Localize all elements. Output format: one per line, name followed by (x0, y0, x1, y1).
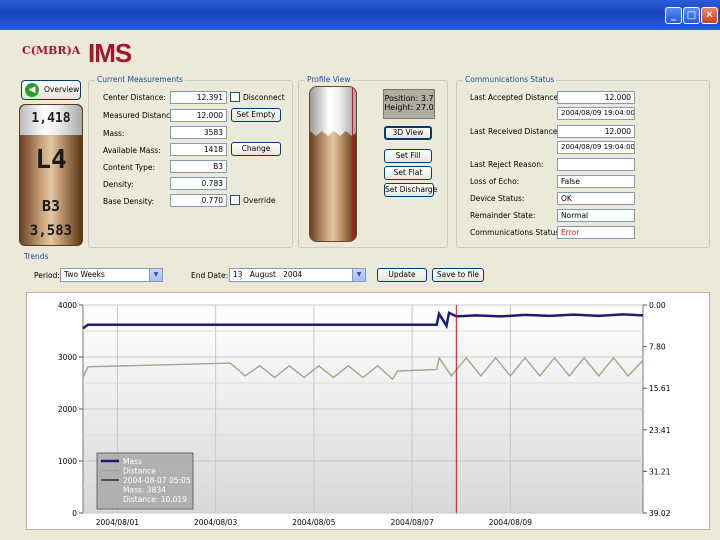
legend-mass-value: Mass: 3834 (123, 486, 166, 495)
y-right-tick-label: 15.61 (649, 384, 671, 393)
x-tick-label: 2004/08/07 (391, 518, 434, 527)
profile-cursor-line (352, 87, 353, 241)
period-select[interactable]: Two Weeks ▼ (60, 268, 163, 282)
content-type-field: B3 (170, 160, 227, 173)
y-right-tick-label: 7.80 (649, 343, 666, 352)
y-left-tick-label: 2000 (58, 405, 77, 414)
last-accepted-label: Last Accepted Distance: (470, 93, 561, 102)
measurement-label-3: Available Mass: (103, 146, 161, 155)
trends-title: Trends (24, 252, 49, 261)
profile-view-title: Profile View (305, 75, 353, 84)
period-label: Period: (34, 271, 60, 280)
x-tick-label: 2004/08/05 (292, 518, 335, 527)
tank-mass: 3,583 (29, 223, 73, 239)
brand-logo: C(MBR)A (22, 44, 81, 57)
density-field: 0.783 (170, 177, 227, 190)
set-discharge-button[interactable]: Set Discharge (384, 183, 437, 197)
tank-overview[interactable]: 1,418 L4 B3 3,583 (19, 104, 83, 246)
last-reject-label: Last Reject Reason: (470, 160, 544, 169)
product-logo: IMS (88, 38, 132, 68)
set-flat-button[interactable]: Set Flat (384, 166, 432, 180)
y-right-tick-label: 23.41 (649, 426, 671, 435)
update-button[interactable]: Update (377, 268, 427, 282)
window-titlebar: _ □ ✕ (0, 0, 720, 30)
last-reject-value (557, 158, 635, 171)
y-right-tick-label: 31.21 (649, 467, 671, 476)
y-left-tick-label: 0 (72, 509, 77, 518)
end-date-label: End Date: (191, 271, 229, 280)
measured-distance-field: 12.000 (170, 109, 227, 122)
overview-button[interactable]: ◀ Overview (21, 80, 81, 100)
base-density-field: 0.770 (170, 194, 227, 207)
available-mass-field: 1418 (170, 143, 227, 156)
communications-status-label: Communications Status: (470, 228, 562, 237)
remainder-state-label: Remainder State: (470, 211, 536, 220)
communications-status-title: Communications Status (463, 75, 557, 84)
override-checkbox[interactable] (230, 195, 240, 205)
legend-time: 2004-08-07 05:05 (123, 476, 191, 485)
x-tick-label: 2004/08/01 (96, 518, 139, 527)
communications-status-value: Error (557, 226, 635, 239)
3d-view-button[interactable]: 3D View (384, 126, 432, 140)
tank-empty-space (310, 87, 356, 136)
measurement-label-0: Center Distance: (103, 93, 166, 102)
device-status-label: Device Status: (470, 194, 525, 203)
loss-of-echo-label: Loss of Echo: (470, 177, 520, 186)
tank-profile-view[interactable] (309, 86, 357, 242)
last-received-value: 12.000 (557, 125, 635, 138)
disconnect-checkbox[interactable] (230, 92, 240, 102)
change-button[interactable]: Change (231, 142, 281, 156)
measurement-label-5: Density: (103, 180, 134, 189)
center-distance-field: 12.391 (170, 91, 227, 104)
y-left-tick-label: 4000 (58, 301, 77, 310)
legend-distance-value: Distance: 10.019 (123, 495, 187, 504)
maximize-button[interactable]: □ (683, 7, 700, 24)
y-right-tick-label: 39.02 (649, 509, 671, 518)
device-status-value: OK (557, 192, 635, 205)
measurement-label-1: Measured Distance: (103, 111, 178, 120)
loss-of-echo-value: False (557, 175, 635, 188)
position-readout: Position: 3.7 Height: 27.0 (383, 89, 435, 119)
x-tick-label: 2004/08/03 (194, 518, 237, 527)
set-empty-button[interactable]: Set Empty (231, 108, 281, 122)
remainder-state-value: Normal (557, 209, 635, 222)
close-button[interactable]: ✕ (701, 7, 718, 24)
current-measurements-title: Current Measurements (95, 75, 185, 84)
minimize-button[interactable]: _ (665, 7, 682, 24)
last-received-time: 2004/08/09 19:04:00 (557, 141, 635, 154)
last-accepted-time: 2004/08/09 19:04:00 (557, 107, 635, 120)
set-fill-button[interactable]: Set Fill (384, 149, 432, 163)
override-label[interactable]: Override (243, 196, 275, 205)
end-date-picker[interactable]: 13 August 2004 ▼ (229, 268, 366, 282)
y-right-tick-label: 0.00 (649, 301, 666, 310)
trend-chart-svg[interactable]: 2004/08/01 2004/08/03 2004/08/05 2004/08/07… (27, 293, 711, 531)
back-arrow-icon: ◀ (25, 83, 39, 97)
last-received-label: Last Received Distance: (470, 127, 560, 136)
tank-available-mass: 1,418 (31, 111, 71, 126)
legend-distance: Distance (123, 467, 156, 476)
measurement-label-2: Mass: (103, 129, 125, 138)
trend-chart[interactable]: 2004/08/01 2004/08/03 2004/08/05 2004/08/07… (26, 292, 710, 530)
save-to-file-button[interactable]: Save to file (432, 268, 484, 282)
disconnect-label[interactable]: Disconnect (243, 93, 285, 102)
measurement-label-6: Base Density: (103, 197, 155, 206)
legend-mass: Mass (123, 457, 142, 466)
calendar-dropdown-icon[interactable]: ▼ (352, 269, 365, 281)
y-left-tick-label: 3000 (58, 353, 77, 362)
chevron-down-icon[interactable]: ▼ (149, 269, 162, 281)
last-accepted-value: 12.000 (557, 91, 635, 104)
tank-content: B3 (41, 197, 61, 215)
tank-id: L4 (35, 145, 67, 175)
x-tick-label: 2004/08/09 (489, 518, 532, 527)
measurement-label-4: Content Type: (103, 163, 155, 172)
mass-field: 3583 (170, 126, 227, 139)
y-left-tick-label: 1000 (58, 457, 77, 466)
